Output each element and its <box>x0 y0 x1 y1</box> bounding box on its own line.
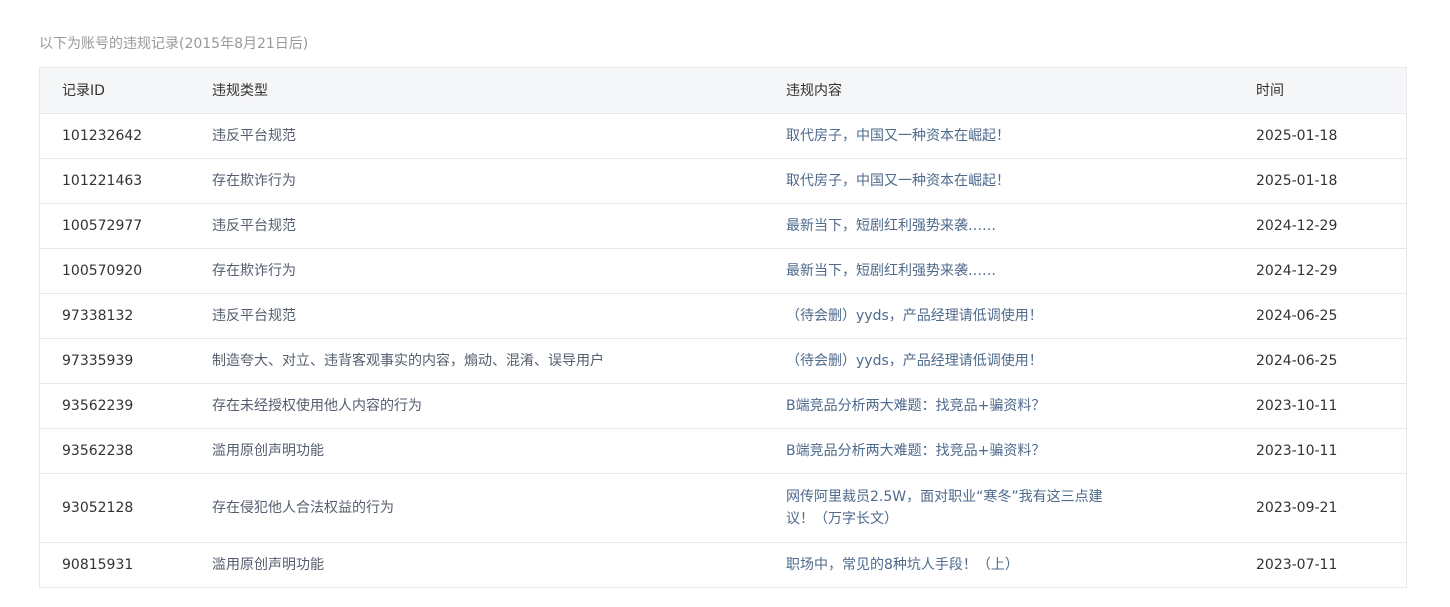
violation-content-cell: 取代房子，中国又一种资本在崛起！ <box>764 113 1234 159</box>
record-time: 2023-09-21 <box>1234 473 1406 543</box>
page-caption: 以下为账号的违规记录(2015年8月21日后) <box>39 36 309 52</box>
table-row: 93562239 存在未经授权使用他人内容的行为 B端竞品分析两大难题：找竞品+… <box>40 383 1406 429</box>
record-time: 2024-06-25 <box>1234 293 1406 339</box>
record-id: 93562238 <box>40 428 190 474</box>
violation-content-link[interactable]: 取代房子，中国又一种资本在崛起！ <box>786 125 1116 147</box>
record-id: 93052128 <box>40 473 190 543</box>
violation-content-link[interactable]: 最新当下，短剧红利强势来袭…… <box>786 215 1116 237</box>
violation-type: 制造夸大、对立、违背客观事实的内容，煽动、混淆、误导用户 <box>190 338 764 384</box>
table-row: 93562238 滥用原创声明功能 B端竞品分析两大难题：找竞品+骗资料？ 20… <box>40 428 1406 474</box>
violation-type: 滥用原创声明功能 <box>212 556 324 573</box>
record-id: 101232642 <box>40 113 190 159</box>
record-id: 100572977 <box>40 203 190 249</box>
record-id: 90815931 <box>62 556 134 573</box>
violation-type: 违反平台规范 <box>190 203 764 249</box>
violation-records-table: 记录ID 违规类型 违规内容 时间 101232642 违反平台规范 取代房子，… <box>39 67 1407 588</box>
record-id: 100570920 <box>40 248 190 294</box>
record-time: 2023-10-11 <box>1234 428 1406 474</box>
record-id: 101221463 <box>40 158 190 204</box>
header-record-id: 记录ID <box>40 68 190 114</box>
violation-content-link[interactable]: 取代房子，中国又一种资本在崛起！ <box>786 170 1116 192</box>
violation-content-cell: （待会删）yyds，产品经理请低调使用！ <box>764 338 1234 384</box>
record-time: 2024-12-29 <box>1234 248 1406 294</box>
violation-type: 违反平台规范 <box>190 113 764 159</box>
violation-type: 滥用原创声明功能 <box>190 428 764 474</box>
record-time: 2025-01-18 <box>1234 113 1406 159</box>
violation-type: 存在欺诈行为 <box>190 158 764 204</box>
table-row: 90815931 滥用原创声明功能 职场中，常见的8种坑人手段！（上） 2023… <box>40 542 1406 587</box>
header-violation-content: 违规内容 <box>764 68 1234 114</box>
violation-content-cell: 最新当下，短剧红利强势来袭…… <box>764 203 1234 249</box>
violation-content-link[interactable]: 职场中，常见的8种坑人手段！（上） <box>786 554 1116 576</box>
violation-content-cell: 最新当下，短剧红利强势来袭…… <box>764 248 1234 294</box>
violation-content-link[interactable]: 网传阿里裁员2.5W，面对职业“寒冬”我有这三点建议！（万字长文） <box>786 486 1116 530</box>
violation-content-cell: B端竞品分析两大难题：找竞品+骗资料？ <box>764 428 1234 474</box>
table-row: 100570920 存在欺诈行为 最新当下，短剧红利强势来袭…… 2024-12… <box>40 248 1406 294</box>
table-row: 97335939 制造夸大、对立、违背客观事实的内容，煽动、混淆、误导用户 （待… <box>40 338 1406 384</box>
record-id: 93562239 <box>40 383 190 429</box>
violation-content-cell: 职场中，常见的8种坑人手段！（上） <box>764 542 1234 587</box>
record-time: 2023-10-11 <box>1234 383 1406 429</box>
violation-type: 存在侵犯他人合法权益的行为 <box>190 473 764 543</box>
table-header-row: 记录ID 违规类型 违规内容 时间 <box>40 68 1406 114</box>
violation-content-cell: 取代房子，中国又一种资本在崛起！ <box>764 158 1234 204</box>
table-row: 100572977 违反平台规范 最新当下，短剧红利强势来袭…… 2024-12… <box>40 203 1406 249</box>
header-time: 时间 <box>1234 68 1406 114</box>
record-time: 2023-07-11 <box>1256 556 1338 573</box>
table-row: 101221463 存在欺诈行为 取代房子，中国又一种资本在崛起！ 2025-0… <box>40 158 1406 204</box>
violation-content-cell: 网传阿里裁员2.5W，面对职业“寒冬”我有这三点建议！（万字长文） <box>764 473 1234 543</box>
violation-content-link[interactable]: 最新当下，短剧红利强势来袭…… <box>786 260 1116 282</box>
violation-type: 存在未经授权使用他人内容的行为 <box>190 383 764 429</box>
violation-content-link[interactable]: B端竞品分析两大难题：找竞品+骗资料？ <box>786 440 1116 462</box>
record-id: 97335939 <box>40 338 190 384</box>
violation-content-link[interactable]: （待会删）yyds，产品经理请低调使用！ <box>786 350 1116 372</box>
table-row: 93052128 存在侵犯他人合法权益的行为 网传阿里裁员2.5W，面对职业“寒… <box>40 473 1406 543</box>
violation-content-cell: B端竞品分析两大难题：找竞品+骗资料？ <box>764 383 1234 429</box>
table-row: 101232642 违反平台规范 取代房子，中国又一种资本在崛起！ 2025-0… <box>40 113 1406 159</box>
violation-content-cell: （待会删）yyds，产品经理请低调使用！ <box>764 293 1234 339</box>
record-time: 2024-12-29 <box>1234 203 1406 249</box>
table-row: 97338132 违反平台规范 （待会删）yyds，产品经理请低调使用！ 202… <box>40 293 1406 339</box>
violation-type: 违反平台规范 <box>190 293 764 339</box>
violation-content-link[interactable]: B端竞品分析两大难题：找竞品+骗资料？ <box>786 395 1116 417</box>
violation-type: 存在欺诈行为 <box>190 248 764 294</box>
record-time: 2024-06-25 <box>1234 338 1406 384</box>
header-violation-type: 违规类型 <box>190 68 764 114</box>
violation-content-link[interactable]: （待会删）yyds，产品经理请低调使用！ <box>786 305 1116 327</box>
record-id: 97338132 <box>40 293 190 339</box>
record-time: 2025-01-18 <box>1234 158 1406 204</box>
